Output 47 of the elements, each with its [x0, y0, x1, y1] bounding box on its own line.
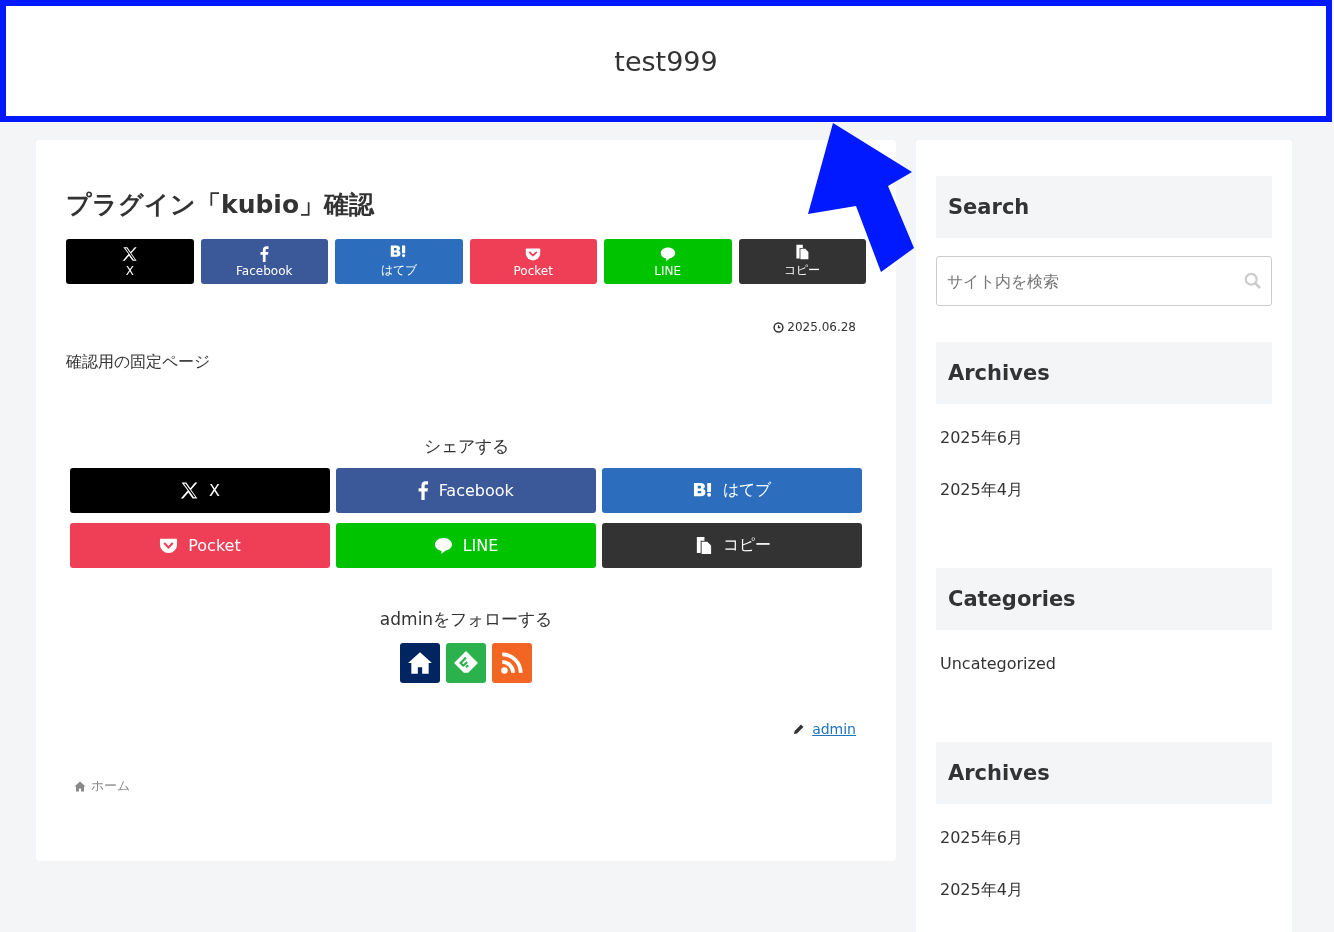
share-button[interactable]: はてブ [602, 468, 862, 513]
follow-button[interactable] [400, 643, 440, 683]
f-logo-icon [259, 245, 269, 262]
share-button[interactable]: はてブ [335, 239, 463, 284]
x-logo-icon [180, 481, 199, 500]
share-button[interactable]: コピー [738, 239, 866, 284]
share-button[interactable]: Pocket [469, 239, 597, 284]
rss-icon [499, 650, 525, 676]
share-button[interactable]: Facebook [200, 239, 328, 284]
search-field[interactable]: サイト内を検索 [936, 256, 1272, 306]
sidebar-link[interactable]: 2025年6月 [940, 828, 1023, 847]
share-button[interactable]: Facebook [336, 468, 596, 513]
feedly-icon [453, 650, 479, 676]
home-icon [407, 650, 433, 676]
author-link[interactable]: admin [812, 721, 856, 737]
widget-title: Search [936, 176, 1272, 238]
widget-title: Archives [936, 342, 1272, 404]
pencil-icon [793, 723, 806, 735]
copy-icon [794, 244, 811, 260]
breadcrumb-link[interactable]: ホーム [91, 777, 130, 795]
search-icon [1244, 272, 1262, 290]
widget-title: Archives [936, 742, 1272, 804]
b-logo-icon [389, 244, 408, 260]
home-icon [74, 780, 86, 792]
share-button[interactable]: X [70, 468, 330, 513]
sidebar-link[interactable]: 2025年4月 [940, 480, 1023, 499]
speech-bubble-icon [433, 536, 453, 555]
x-logo-icon [121, 245, 138, 262]
f-logo-icon [418, 481, 429, 500]
share-heading: シェアする [422, 435, 510, 458]
widget-title: Categories [936, 568, 1272, 630]
clock-icon [773, 321, 785, 333]
pocket-icon [525, 245, 542, 262]
article-title: プラグイン「kubio」確認 [66, 189, 376, 221]
sidebar-link[interactable]: 2025年4月 [940, 880, 1023, 899]
share-button[interactable]: X [66, 239, 194, 284]
pocket-icon [159, 536, 179, 555]
site-title[interactable]: test999 [614, 45, 718, 77]
share-button[interactable]: コピー [602, 523, 862, 568]
body-text: 確認用の固定ページ [66, 352, 211, 373]
follow-heading: adminをフォローする [378, 608, 554, 631]
speech-bubble-icon [659, 245, 676, 262]
sidebar-link[interactable]: Uncategorized [940, 654, 1056, 673]
b-logo-icon [692, 481, 714, 500]
post-date: 2025.06.28 [787, 320, 856, 334]
sidebar-link[interactable]: 2025年6月 [940, 428, 1023, 447]
share-button[interactable]: Pocket [70, 523, 330, 568]
